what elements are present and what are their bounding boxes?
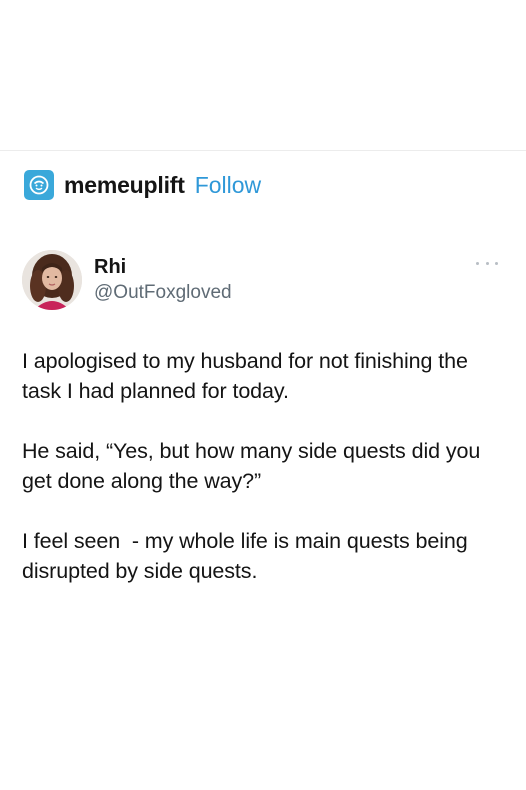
- ellipsis-icon: [476, 261, 479, 265]
- author-name[interactable]: Rhi: [94, 254, 232, 280]
- tweet-paragraph: I apologised to my husband for not finis…: [22, 349, 468, 403]
- tweet-body: I apologised to my husband for not finis…: [22, 346, 508, 616]
- follow-button[interactable]: Follow: [195, 172, 261, 199]
- tweet-header: Rhi @OutFoxgloved: [22, 250, 232, 310]
- author-handle[interactable]: @OutFoxgloved: [94, 280, 232, 306]
- tweet-paragraph: He said, “Yes, but how many side quests …: [22, 439, 481, 493]
- memeuplift-logo-icon[interactable]: [24, 170, 54, 200]
- account-name[interactable]: memeuplift: [64, 172, 185, 199]
- header-divider: [0, 150, 526, 151]
- avatar[interactable]: [22, 250, 82, 310]
- tweet-paragraph: I feel seen - my whole life is main ques…: [22, 529, 474, 583]
- ellipsis-icon: [485, 261, 489, 265]
- ellipsis-icon: [495, 261, 498, 265]
- author-block: Rhi @OutFoxgloved: [94, 254, 232, 306]
- more-options-button[interactable]: [476, 256, 498, 270]
- account-row: memeuplift Follow: [24, 168, 261, 202]
